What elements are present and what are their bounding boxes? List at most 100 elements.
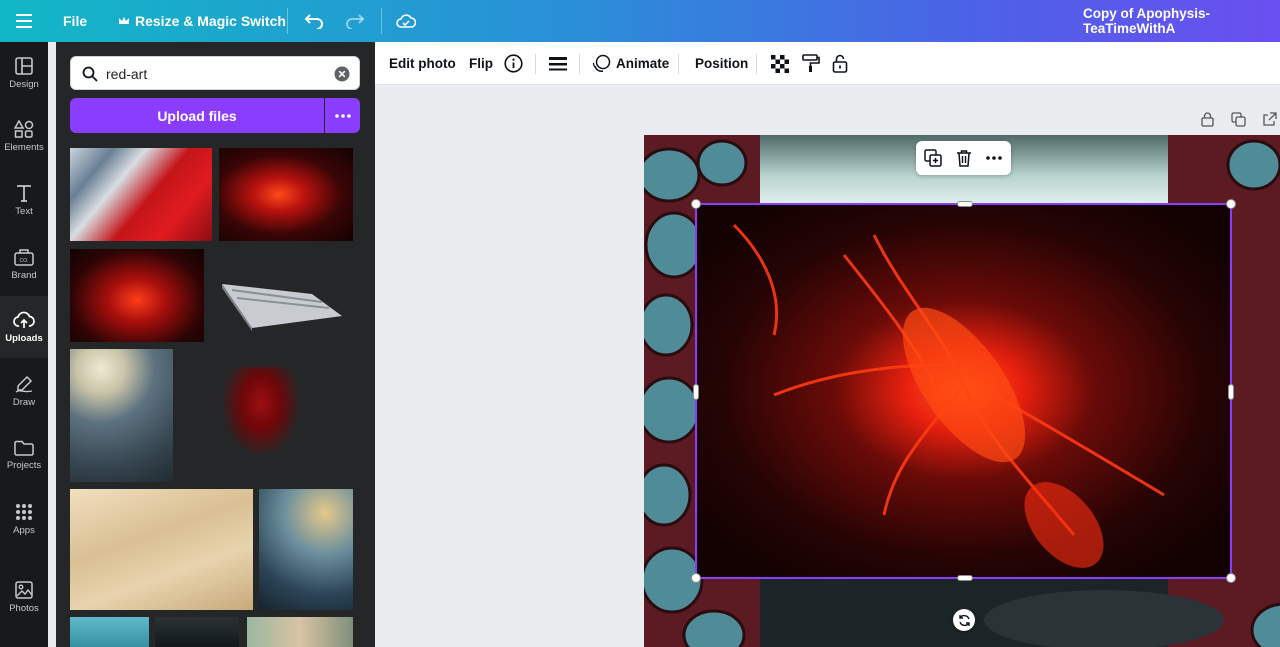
duplicate-page-button[interactable]	[1228, 109, 1248, 129]
cloud-check-icon	[396, 14, 416, 28]
animate-button[interactable]: Animate	[592, 42, 669, 85]
upload-more-button[interactable]	[325, 98, 360, 133]
duplicate-icon	[1230, 111, 1246, 127]
resize-magic-switch-label: Resize & Magic Switch	[135, 13, 286, 29]
rotate-icon	[958, 614, 970, 626]
upload-thumbnail[interactable]	[155, 617, 239, 647]
rail-label: Elements	[4, 141, 44, 153]
more-options-button[interactable]	[979, 141, 1009, 175]
lock-button[interactable]	[832, 42, 848, 85]
file-menu-button[interactable]: File	[63, 0, 87, 42]
apps-grid-icon	[16, 503, 32, 520]
upload-thumbnail[interactable]	[70, 148, 212, 241]
clear-search-icon[interactable]	[334, 66, 350, 82]
top-bar: File Resize & Magic Switch Copy of Apoph…	[0, 0, 1280, 42]
rail-item-design[interactable]: Design	[0, 42, 48, 104]
rail-item-uploads[interactable]: Uploads	[0, 296, 48, 358]
line-weight-icon	[549, 56, 567, 70]
pen-icon	[15, 375, 33, 393]
lock-icon	[1200, 111, 1214, 127]
rail-label: Apps	[13, 524, 35, 536]
upload-thumbnail[interactable]	[219, 148, 353, 241]
rail-item-photos[interactable]: Photos	[0, 566, 48, 628]
side-rail: Design Elements Text CO. Brand Uploads D…	[0, 42, 48, 647]
transparency-button[interactable]	[771, 42, 789, 85]
border-style-button[interactable]	[549, 42, 567, 85]
upload-thumbnail[interactable]	[217, 276, 342, 331]
search-input[interactable]	[106, 63, 326, 85]
upload-thumbnail[interactable]	[70, 617, 149, 647]
upload-files-button[interactable]: Upload files	[70, 98, 324, 133]
upload-thumbnail[interactable]	[70, 249, 204, 342]
animate-label: Animate	[616, 56, 670, 71]
position-button[interactable]: Position	[695, 42, 748, 85]
rail-label: Photos	[9, 602, 39, 614]
rail-item-elements[interactable]: Elements	[0, 105, 48, 167]
uploads-panel: Upload files	[56, 42, 375, 647]
resize-magic-switch-button[interactable]: Resize & Magic Switch	[118, 0, 286, 42]
brand-kit-icon: CO.	[14, 248, 34, 266]
selected-image-frame[interactable]	[691, 199, 1236, 583]
transparency-icon	[771, 54, 789, 73]
search-box	[70, 56, 360, 90]
rail-item-text[interactable]: Text	[0, 169, 48, 231]
undo-button[interactable]	[304, 0, 324, 42]
flip-button[interactable]: Flip	[469, 42, 493, 85]
lock-page-button[interactable]	[1197, 109, 1217, 129]
rail-label: Text	[15, 205, 33, 217]
upload-thumbnail[interactable]	[221, 367, 301, 457]
rail-label: Uploads	[5, 332, 43, 344]
context-toolbar: Edit photo Flip Animate Position	[375, 42, 1280, 85]
more-horizontal-icon	[986, 156, 1002, 160]
resize-handle-left[interactable]	[693, 384, 699, 400]
resize-handle-right[interactable]	[1228, 384, 1234, 400]
rail-item-apps[interactable]: Apps	[0, 488, 48, 550]
canvas-area	[375, 85, 1280, 647]
undo-icon	[304, 14, 323, 29]
resize-handle-top-right[interactable]	[1226, 199, 1236, 209]
info-button[interactable]	[504, 42, 523, 85]
layout-icon	[15, 56, 33, 75]
cloud-upload-icon	[13, 311, 35, 328]
redo-icon	[346, 14, 365, 29]
text-icon	[17, 184, 31, 202]
rail-item-draw[interactable]: Draw	[0, 360, 48, 422]
lock-icon	[832, 54, 848, 73]
edit-photo-button[interactable]: Edit photo	[389, 42, 456, 85]
delete-element-button[interactable]	[949, 141, 979, 175]
copy-style-button[interactable]	[802, 42, 820, 85]
add-page-button[interactable]	[1259, 109, 1279, 129]
floating-element-menu	[916, 141, 1011, 175]
upload-thumbnail[interactable]	[70, 349, 173, 482]
folder-icon	[14, 440, 34, 456]
resize-handle-bottom-left[interactable]	[691, 573, 701, 583]
rotate-handle[interactable]	[953, 609, 975, 631]
duplicate-element-button[interactable]	[918, 141, 948, 175]
save-status-button[interactable]	[396, 0, 416, 42]
rail-item-projects[interactable]: Projects	[0, 424, 48, 486]
document-title[interactable]: Copy of Apophysis-TeaTimeWithA	[1083, 0, 1280, 42]
photo-icon	[15, 580, 33, 599]
resize-handle-bottom[interactable]	[957, 575, 973, 581]
crown-icon	[119, 17, 129, 24]
duplicate-icon	[924, 149, 942, 167]
main-menu-button[interactable]	[16, 0, 32, 42]
rail-item-brand[interactable]: CO. Brand	[0, 233, 48, 295]
info-icon	[504, 54, 523, 73]
upload-thumbnail[interactable]	[70, 489, 253, 610]
share-page-icon	[1262, 111, 1277, 126]
rail-label: Draw	[12, 396, 36, 408]
upload-thumbnail[interactable]	[259, 489, 353, 610]
redo-button[interactable]	[345, 0, 365, 42]
rail-label: Design	[9, 78, 39, 90]
upload-thumbnail[interactable]	[247, 617, 353, 647]
hamburger-icon	[16, 14, 32, 28]
resize-handle-bottom-right[interactable]	[1226, 573, 1236, 583]
svg-text:CO.: CO.	[20, 258, 29, 264]
more-horizontal-icon	[334, 113, 351, 118]
resize-handle-top[interactable]	[957, 201, 973, 207]
rail-label: Brand	[11, 269, 37, 281]
paint-roller-icon	[802, 54, 820, 72]
resize-handle-top-left[interactable]	[691, 199, 701, 209]
shapes-icon	[14, 119, 34, 138]
